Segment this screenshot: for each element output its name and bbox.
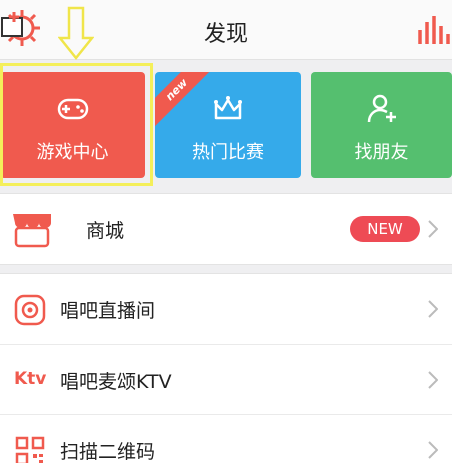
chevron-right-icon xyxy=(428,441,439,459)
list-item-live-room[interactable]: 唱吧直播间 xyxy=(0,274,452,344)
tile-find-friends[interactable]: 找朋友 xyxy=(311,72,452,178)
new-ribbon: new xyxy=(155,72,220,133)
list-item-scan-qr[interactable]: 扫描二维码 xyxy=(0,414,452,463)
chevron-right-icon xyxy=(428,300,439,318)
live-icon xyxy=(14,294,46,326)
qrcode-icon xyxy=(14,435,46,463)
feature-tiles: 游戏中心 new 热门比赛 找朋友 xyxy=(0,62,452,186)
tile-game-center[interactable]: 游戏中心 xyxy=(0,72,145,178)
page-title: 发现 xyxy=(203,22,248,47)
tile-label: 热门比赛 xyxy=(192,142,264,163)
new-badge: NEW xyxy=(350,216,420,242)
list-item-ktv[interactable]: Ktv 唱吧麦颂KTV xyxy=(0,344,452,414)
shop-section: 商城 NEW xyxy=(0,193,452,265)
tile-label: 游戏中心 xyxy=(36,142,109,163)
ranking-chart-icon[interactable] xyxy=(416,14,450,46)
menu-label: 唱吧直播间 xyxy=(60,300,156,322)
menu-section: 唱吧直播间 Ktv 唱吧麦颂KTV 扫描二维码 xyxy=(0,273,452,463)
tile-hot-contest[interactable]: new 热门比赛 xyxy=(155,72,301,178)
shop-label: 商城 xyxy=(86,220,125,242)
top-bar: 发现 xyxy=(0,0,452,61)
ktv-icon: Ktv xyxy=(14,369,47,389)
store-icon xyxy=(10,210,54,248)
tile-label: 找朋友 xyxy=(354,142,409,163)
list-item-shop[interactable]: 商城 NEW xyxy=(0,194,452,264)
chevron-right-icon xyxy=(428,371,439,389)
menu-label: 唱吧麦颂KTV xyxy=(60,371,172,393)
menu-label: 扫描二维码 xyxy=(60,441,156,463)
gamepad-icon xyxy=(56,92,90,126)
crown-icon xyxy=(211,92,245,126)
add-friend-icon xyxy=(365,92,399,126)
chevron-right-icon xyxy=(428,220,439,238)
